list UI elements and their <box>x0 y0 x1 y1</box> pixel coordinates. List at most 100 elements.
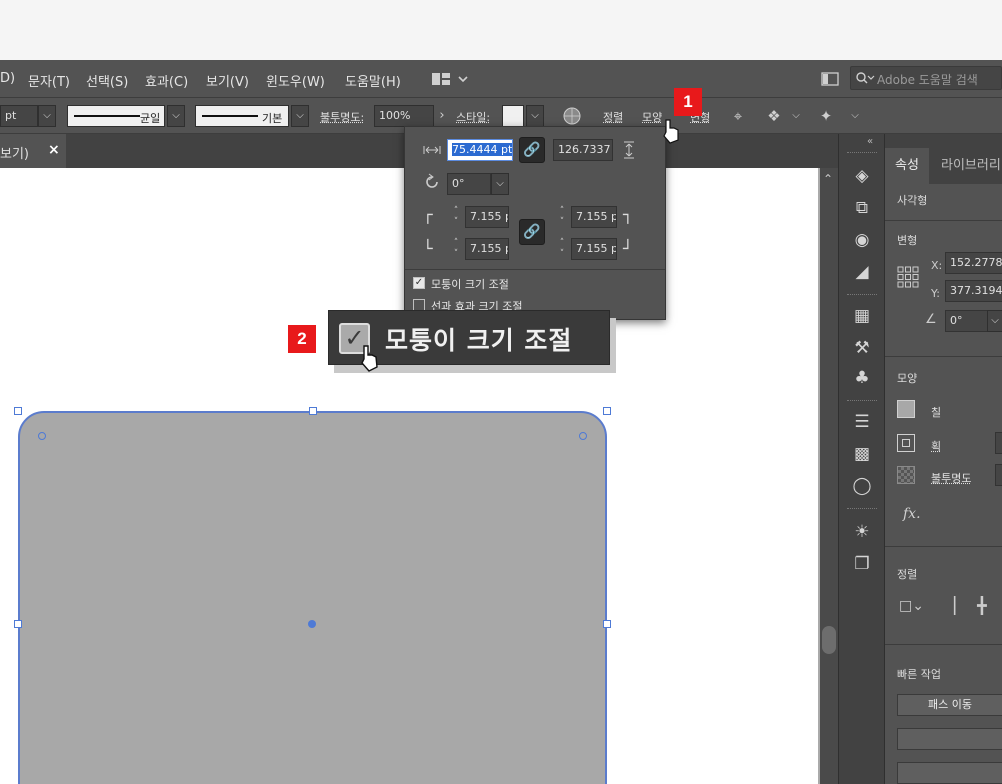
libraries-icon[interactable]: ◢ <box>849 260 875 284</box>
quick-actions-header: 빠른 작업 <box>897 668 941 681</box>
opacity-label-panel[interactable]: 불투명도 <box>931 470 971 486</box>
opacity-label[interactable]: 불투명도: <box>320 109 364 125</box>
brush-select[interactable]: 기본 <box>195 105 289 127</box>
menu-item-effect[interactable]: 효과(C) <box>145 71 188 90</box>
stroke-weight-input[interactable] <box>995 432 1002 454</box>
chevron-down-icon[interactable]: ⌵ <box>845 106 865 126</box>
chevron-down-icon[interactable]: ⌵ <box>291 105 309 127</box>
help-search-input[interactable]: Adobe 도움말 검색 <box>850 66 1002 90</box>
workspace-switcher-button[interactable] <box>430 69 470 89</box>
corner-br-stepper[interactable]: ˄ ˅ <box>555 238 569 260</box>
scale-corners-checkbox[interactable]: ✓ <box>413 277 425 289</box>
strip-separator <box>847 152 877 154</box>
rotation-input[interactable]: 0° <box>447 173 491 195</box>
constrain-proportions-link-icon[interactable]: 🔗 <box>519 137 545 163</box>
stroke-unit-select[interactable]: pt <box>0 105 38 127</box>
opacity-input[interactable]: 100% <box>374 105 434 127</box>
chevron-down-icon[interactable]: ⌵ <box>526 105 544 127</box>
fill-label: 칠 <box>931 406 942 419</box>
width-input[interactable]: 75.4444 pt <box>447 139 513 161</box>
top-whitespace <box>0 0 1002 60</box>
rounded-rectangle-shape[interactable] <box>18 411 607 784</box>
opacity-input-panel[interactable] <box>995 464 1002 486</box>
corner-tr-input[interactable]: 7.155 p <box>571 206 617 228</box>
tab-libraries[interactable]: 라이브러리 <box>941 154 1001 173</box>
stroke-label[interactable]: 획 <box>931 438 941 454</box>
corner-tl-input[interactable]: 7.155 p <box>465 206 509 228</box>
menu-item-type[interactable]: 문자(T) <box>28 71 70 90</box>
chevron-right-icon[interactable]: › <box>432 106 452 126</box>
chevron-down-icon[interactable]: ⌵ <box>167 105 185 127</box>
menu-item-object[interactable]: D) <box>0 71 15 86</box>
isolate-icon[interactable]: ⌖ <box>728 106 748 126</box>
bounding-handle-tr[interactable] <box>603 407 611 415</box>
corner-tl-stepper[interactable]: ˄ ˅ <box>449 206 463 228</box>
y-label: Y: <box>931 287 940 300</box>
angle-input[interactable]: 0° <box>945 310 989 332</box>
chevron-down-icon[interactable]: ⌵ <box>987 310 1002 332</box>
align-center-icon[interactable]: ╋ <box>977 596 987 615</box>
recolor-artwork-icon[interactable] <box>562 106 582 126</box>
bounding-handle-right[interactable] <box>603 620 611 628</box>
rotate-icon <box>426 173 438 188</box>
graphic-styles-icon[interactable]: ❐ <box>849 552 875 576</box>
live-corner-widget[interactable] <box>579 432 587 440</box>
properties-panel: 속성 라이브러리 사각형 변형 X: 152.2778 Y: 377.3194 … <box>884 134 1002 784</box>
tab-properties[interactable]: 속성 <box>895 154 919 173</box>
x-label: X: <box>931 259 943 272</box>
align-link[interactable]: 정렬 <box>603 109 623 125</box>
reference-point-icon[interactable] <box>897 266 919 288</box>
bounding-handle-top[interactable] <box>309 407 317 415</box>
menu-item-select[interactable]: 선택(S) <box>86 71 128 90</box>
offset-path-button[interactable]: 패스 이동 <box>897 694 1002 716</box>
corner-bl-stepper[interactable]: ˄ ˅ <box>449 238 463 260</box>
transparency-icon[interactable]: ◯ <box>849 474 875 498</box>
panel-toggle-icon[interactable] <box>820 70 840 88</box>
gradient-icon[interactable]: ▩ <box>849 442 875 466</box>
align-to-icon[interactable]: □⌄ <box>899 598 924 614</box>
bounding-handle-tl[interactable] <box>14 407 22 415</box>
y-input[interactable]: 377.3194 <box>945 280 1002 302</box>
x-input[interactable]: 152.2778 <box>945 252 1002 274</box>
layers-icon[interactable]: ◈ <box>849 164 875 188</box>
stroke-profile-select[interactable]: 균일 <box>67 105 165 127</box>
puppet-warp-icon[interactable]: ✦ <box>816 106 836 126</box>
symbols-icon[interactable]: ♣ <box>849 366 875 390</box>
corner-link-icon[interactable]: 🔗 <box>519 219 545 245</box>
scrollbar-thumb[interactable] <box>822 626 836 654</box>
panel-tabs: 속성 라이브러리 <box>885 134 1002 184</box>
fx-icon[interactable]: fx. <box>903 506 921 522</box>
close-icon[interactable]: × <box>48 142 60 158</box>
stroke-icon[interactable]: ☰ <box>849 410 875 434</box>
live-corner-widget[interactable] <box>38 432 46 440</box>
document-tab[interactable]: 보기) × <box>0 134 66 168</box>
menu-bar: D) 문자(T) 선택(S) 효과(C) 보기(V) 윈도우(W) 도움말(H)… <box>0 60 1002 98</box>
corner-bl-input[interactable]: 7.155 p <box>465 238 509 260</box>
artboards-icon[interactable]: ⧉ <box>849 196 875 220</box>
corner-tr-stepper[interactable]: ˄ ˅ <box>555 206 569 228</box>
select-similar-icon[interactable]: ❖ <box>764 106 784 126</box>
menu-item-view[interactable]: 보기(V) <box>206 71 249 90</box>
popup-divider <box>405 269 665 270</box>
chevron-down-icon[interactable]: ⌵ <box>786 106 806 126</box>
collapse-panels-icon[interactable]: « <box>867 136 873 147</box>
menu-item-help[interactable]: 도움말(H) <box>345 71 401 90</box>
swatches-icon[interactable]: ▦ <box>849 304 875 328</box>
vertical-scrollbar[interactable]: ⌃ <box>820 168 838 784</box>
appearance-icon[interactable]: ☀ <box>849 520 875 544</box>
align-left-icon[interactable]: ▕ <box>943 596 955 615</box>
quick-action-button[interactable] <box>897 728 1002 750</box>
corner-br-input[interactable]: 7.155 p <box>571 238 617 260</box>
chevron-down-icon[interactable]: ⌵ <box>38 105 56 127</box>
quick-action-button[interactable] <box>897 762 1002 784</box>
height-input[interactable]: 126.7337 p <box>553 139 613 161</box>
scroll-up-icon[interactable]: ⌃ <box>823 172 833 186</box>
bounding-handle-left[interactable] <box>14 620 22 628</box>
style-swatch[interactable] <box>502 105 524 127</box>
color-guide-icon[interactable]: ◉ <box>849 228 875 252</box>
chevron-down-icon[interactable]: ⌵ <box>491 173 509 195</box>
menu-item-window[interactable]: 윈도우(W) <box>266 71 325 90</box>
fill-swatch[interactable] <box>897 400 915 418</box>
brushes-icon[interactable]: ⚒ <box>849 336 875 360</box>
stroke-swatch[interactable] <box>897 434 915 452</box>
